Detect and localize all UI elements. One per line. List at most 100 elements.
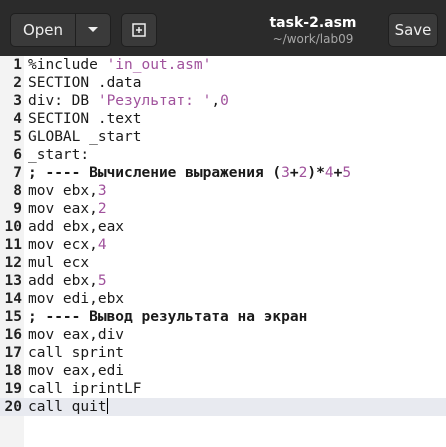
save-button-label: Save	[394, 21, 432, 39]
code-token: 4	[97, 237, 107, 253]
code-line[interactable]: 18 mov eax,edi	[0, 362, 446, 380]
window-title: task-2.asm	[269, 15, 357, 31]
code-token: +	[289, 165, 299, 181]
code-text: add ebx,5	[28, 272, 107, 290]
line-number: 14	[4, 291, 22, 307]
code-line[interactable]: 3 div: DB 'Результат: ',0	[0, 92, 446, 110]
code-text: div: DB 'Результат: ',0	[28, 92, 229, 110]
code-token: mov eax,div	[28, 327, 125, 343]
new-tab-button[interactable]	[121, 13, 157, 47]
code-text: GLOBAL _start	[28, 128, 142, 146]
code-line[interactable]: 11 mov ecx,4	[0, 236, 446, 254]
line-number: 20	[4, 399, 22, 415]
code-text: mov ebx,3	[28, 182, 107, 200]
code-token: mul ecx	[28, 255, 90, 271]
line-number: 1	[13, 57, 22, 73]
code-line[interactable]: 14 mov edi,ebx	[0, 290, 446, 308]
line-number: 19	[4, 381, 22, 397]
code-line[interactable]: 12 mul ecx	[0, 254, 446, 272]
code-line[interactable]: 9 mov eax,2	[0, 200, 446, 218]
code-text: mov edi,ebx	[28, 290, 124, 308]
header-bar: Open task-2.asm ~/work/lab09 Save	[0, 0, 446, 56]
code-line[interactable]: 1 %include 'in_out.asm'	[0, 56, 446, 74]
line-number: 15	[4, 309, 22, 325]
code-token: ; ---- Вычисление выражения (	[28, 165, 282, 181]
line-number: 18	[4, 363, 22, 379]
code-line[interactable]: 6 _start:	[0, 146, 446, 164]
code-line[interactable]: 8 mov ebx,3	[0, 182, 446, 200]
code-token: mov edi,ebx	[28, 291, 125, 307]
code-text: mov eax,edi	[28, 362, 124, 380]
line-number: 7	[13, 165, 22, 181]
code-line[interactable]: 2 SECTION .data	[0, 74, 446, 92]
code-token: +	[333, 165, 343, 181]
code-line[interactable]: 5 GLOBAL _start	[0, 128, 446, 146]
line-number: 6	[13, 147, 22, 163]
code-token: ,	[211, 93, 221, 109]
code-token: SECTION .text	[28, 111, 142, 127]
line-number: 5	[13, 129, 22, 145]
save-button[interactable]: Save	[388, 13, 438, 47]
code-editor[interactable]: 1 %include 'in_out.asm' 2 SECTION .data 3 div…	[0, 56, 446, 447]
code-text: call iprintLF	[28, 380, 142, 398]
code-token: GLOBAL _start	[28, 129, 142, 145]
code-text: mov ecx,4	[28, 236, 107, 254]
code-token: call quit	[28, 399, 107, 415]
code-token: 3	[97, 183, 107, 199]
line-number: 10	[4, 219, 22, 235]
line-number: 3	[13, 93, 22, 109]
open-button-label: Open	[22, 21, 64, 39]
code-text: call sprint	[28, 344, 124, 362]
code-text: mov eax,div	[28, 326, 124, 344]
line-number: 9	[13, 201, 22, 217]
window-subtitle: ~/work/lab09	[272, 32, 354, 46]
line-number: 13	[4, 273, 22, 289]
line-number: 2	[13, 75, 22, 91]
open-dropdown-button[interactable]	[75, 13, 111, 47]
code-line[interactable]: 13 add ebx,5	[0, 272, 446, 290]
code-token: 3	[281, 165, 290, 181]
code-token: mov eax,edi	[28, 363, 125, 379]
code-token: 4	[324, 165, 334, 181]
new-document-icon	[132, 23, 146, 37]
code-token: 5	[342, 165, 352, 181]
code-token: _start:	[28, 147, 90, 163]
code-text: SECTION .data	[28, 74, 142, 92]
code-token: div: DB	[28, 93, 98, 109]
code-text: mul ecx	[28, 254, 89, 272]
chevron-down-icon	[88, 27, 98, 32]
line-number: 12	[4, 255, 22, 271]
code-line[interactable]: 19 call iprintLF	[0, 380, 446, 398]
text-cursor	[106, 398, 108, 414]
line-number: 8	[13, 183, 22, 199]
code-token: add ebx,	[28, 273, 98, 289]
code-text: %include 'in_out.asm'	[28, 56, 211, 74]
line-number: 4	[13, 111, 22, 127]
code-line[interactable]: 17 call sprint	[0, 344, 446, 362]
code-token: SECTION .data	[28, 75, 142, 91]
code-token: 'Результат: '	[97, 93, 212, 109]
code-line[interactable]: 4 SECTION .text	[0, 110, 446, 128]
code-line[interactable]: 10 add ebx,eax	[0, 218, 446, 236]
code-token: call sprint	[28, 345, 125, 361]
code-line[interactable]: 7 ; ---- Вычисление выражения (3+2)*4+5	[0, 164, 446, 182]
code-token: %include	[28, 57, 107, 73]
line-number: 17	[4, 345, 22, 361]
code-token: 0	[220, 93, 229, 109]
code-token: ; ---- Вывод результата на экран	[28, 309, 308, 325]
code-text: _start:	[28, 146, 89, 164]
open-button[interactable]: Open	[10, 13, 76, 47]
code-token: )*	[307, 165, 325, 181]
line-number: 16	[4, 327, 22, 343]
code-line[interactable]: 16 mov eax,div	[0, 326, 446, 344]
code-token: mov ebx,	[28, 183, 98, 199]
code-token: 5	[97, 273, 107, 289]
code-text: ; ---- Вычисление выражения (3+2)*4+5	[28, 164, 351, 182]
code-text: SECTION .text	[28, 110, 142, 128]
code-line[interactable]: 20 call quit	[0, 398, 446, 416]
code-token: add ebx,eax	[28, 219, 125, 235]
code-line[interactable]: 15 ; ---- Вывод результата на экран	[0, 308, 446, 326]
code-text: ; ---- Вывод результата на экран	[28, 308, 307, 326]
code-text: add ebx,eax	[28, 218, 124, 236]
code-token: call iprintLF	[28, 381, 142, 397]
